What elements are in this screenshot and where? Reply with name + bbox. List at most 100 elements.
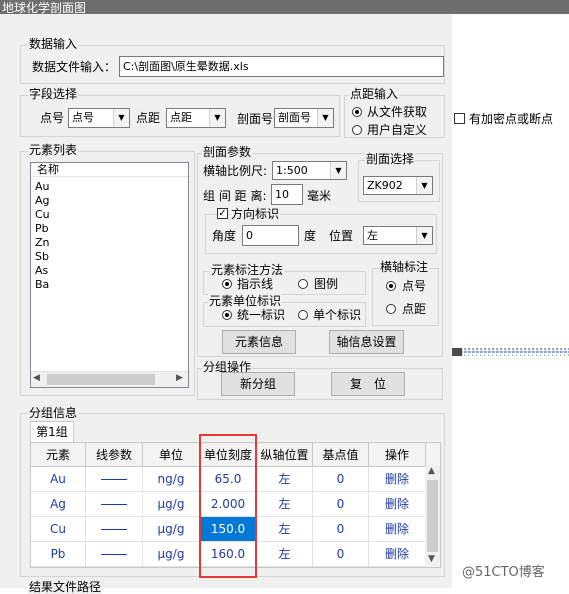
data-file-label: 数据文件输入： (32, 60, 117, 74)
unified-label-label: 统一标识 (237, 308, 286, 322)
line-param-cell[interactable] (86, 542, 143, 567)
list-item[interactable]: Pb (35, 222, 49, 235)
chevron-down-icon[interactable]: ▼ (330, 162, 346, 179)
element-list[interactable]: 名称 Au Ag Cu Pb Zn Sb As Ba (30, 162, 189, 388)
direction-group-label: 方向标识 (230, 207, 281, 221)
unit-cell[interactable]: μg/g (143, 517, 200, 542)
background-fragment (452, 345, 569, 359)
field-select-group-label: 字段选择 (28, 87, 79, 101)
delete-link[interactable]: 删除 (369, 542, 426, 567)
element-list-hscrollbar[interactable]: ◀ ▶ (31, 371, 188, 387)
axis-position-cell[interactable]: 左 (257, 542, 313, 567)
column-header-spacer (426, 443, 440, 467)
data-file-input[interactable]: C:\剖面图\原生晕数据.xls (119, 56, 444, 77)
user-custom-radio[interactable] (352, 125, 362, 135)
list-item[interactable]: Cu (35, 208, 50, 221)
chevron-down-icon[interactable]: ▼ (416, 227, 432, 244)
scroll-thumb[interactable] (427, 480, 438, 552)
background-fragment-graphic (452, 348, 569, 356)
list-item[interactable]: Sb (35, 250, 49, 263)
line-sample (101, 504, 127, 505)
element-cell[interactable]: Pb (31, 542, 86, 567)
scroll-left-icon[interactable]: ◀ (33, 373, 40, 383)
scroll-up-icon[interactable]: ▲ (428, 466, 435, 476)
line-sample (101, 529, 127, 530)
new-group-button[interactable]: 新分组 (221, 372, 295, 396)
single-label-radio[interactable] (298, 310, 308, 320)
watermark: @51CTO博客 (462, 565, 545, 580)
distance-field-value: 点距 (170, 111, 192, 124)
group-gap-input[interactable]: 10 (271, 184, 303, 205)
axis-position-cell[interactable]: 左 (257, 517, 313, 542)
section-select[interactable]: ZK902 ▼ (363, 176, 433, 195)
scale-label: 横轴比例尺: (203, 164, 268, 178)
list-item[interactable]: As (35, 264, 48, 277)
element-cell[interactable]: Au (31, 467, 86, 492)
angle-input[interactable]: 0 (242, 225, 299, 246)
section-field-value: 剖面号 (278, 111, 311, 124)
section-field-label: 剖面号 (237, 112, 274, 126)
position-select[interactable]: 左 ▼ (363, 226, 433, 245)
delete-link[interactable]: 删除 (369, 517, 426, 542)
scroll-down-icon[interactable]: ▼ (428, 554, 435, 564)
axis-point-radio[interactable] (386, 281, 396, 291)
dense-point-checkbox[interactable] (454, 113, 465, 124)
chevron-down-icon[interactable]: ▼ (209, 109, 225, 127)
list-item[interactable]: Zn (35, 236, 50, 249)
chevron-down-icon[interactable]: ▼ (113, 109, 129, 127)
list-item[interactable]: Ag (35, 194, 50, 207)
axis-distance-label: 点距 (402, 302, 427, 316)
unit-cell[interactable]: μg/g (143, 492, 200, 517)
line-param-cell[interactable] (86, 492, 143, 517)
delete-link[interactable]: 删除 (369, 492, 426, 517)
group-gap-label: 组 间 距 离: (203, 189, 267, 203)
delete-link[interactable]: 删除 (369, 467, 426, 492)
axis-position-cell[interactable]: 左 (257, 467, 313, 492)
from-file-label: 从文件获取 (367, 105, 428, 119)
scale-select[interactable]: 1:500 ▼ (272, 161, 347, 180)
scroll-right-icon[interactable]: ▶ (176, 373, 183, 383)
point-field-value: 点号 (72, 111, 94, 124)
section-field-select[interactable]: 剖面号 ▼ (274, 108, 334, 128)
title-bar: 地球化学剖面图 (0, 0, 569, 15)
line-param-cell[interactable] (86, 517, 143, 542)
legend-radio[interactable] (298, 279, 308, 289)
indicator-line-radio[interactable] (222, 279, 232, 289)
distance-field-select[interactable]: 点距 ▼ (166, 108, 226, 128)
axis-distance-radio[interactable] (386, 304, 396, 314)
section-select-group-label: 剖面选择 (365, 152, 416, 166)
list-item[interactable]: Ba (35, 278, 49, 291)
base-value-cell[interactable]: 0 (313, 492, 369, 517)
element-cell[interactable]: Cu (31, 517, 86, 542)
reset-button[interactable]: 复 位 (331, 372, 405, 396)
axis-position-cell[interactable]: 左 (257, 492, 313, 517)
point-distance-group-label: 点距输入 (349, 87, 400, 101)
line-param-cell[interactable] (86, 467, 143, 492)
list-item[interactable]: Au (35, 180, 50, 193)
base-value-cell[interactable]: 0 (313, 517, 369, 542)
line-sample (101, 554, 127, 555)
direction-checkbox[interactable]: ✓ (217, 208, 228, 219)
table-vscrollbar[interactable]: ▲ ▼ (425, 466, 440, 567)
unit-cell[interactable]: ng/g (143, 467, 200, 492)
unified-label-radio[interactable] (222, 310, 232, 320)
from-file-radio[interactable] (352, 107, 362, 117)
highlight-box (199, 434, 257, 578)
base-value-cell[interactable]: 0 (313, 467, 369, 492)
section-select-value: ZK902 (367, 179, 403, 192)
element-cell[interactable]: Ag (31, 492, 86, 517)
scroll-thumb[interactable] (47, 374, 155, 385)
line-sample (101, 479, 127, 480)
dense-point-label: 有加密点或断点 (469, 112, 554, 126)
chevron-down-icon[interactable]: ▼ (416, 177, 432, 194)
tab-group-1[interactable]: 第1组 (30, 421, 74, 442)
scale-value: 1:500 (276, 164, 308, 177)
element-info-button[interactable]: 元素信息 (222, 330, 296, 354)
base-value-cell[interactable]: 0 (313, 542, 369, 567)
unit-cell[interactable]: μg/g (143, 542, 200, 567)
chevron-down-icon[interactable]: ▼ (317, 109, 333, 127)
distance-field-label: 点距 (136, 111, 161, 125)
axis-settings-button[interactable]: 轴信息设置 (329, 330, 404, 354)
user-custom-label: 用户自定义 (367, 123, 428, 137)
point-field-select[interactable]: 点号 ▼ (68, 108, 130, 128)
